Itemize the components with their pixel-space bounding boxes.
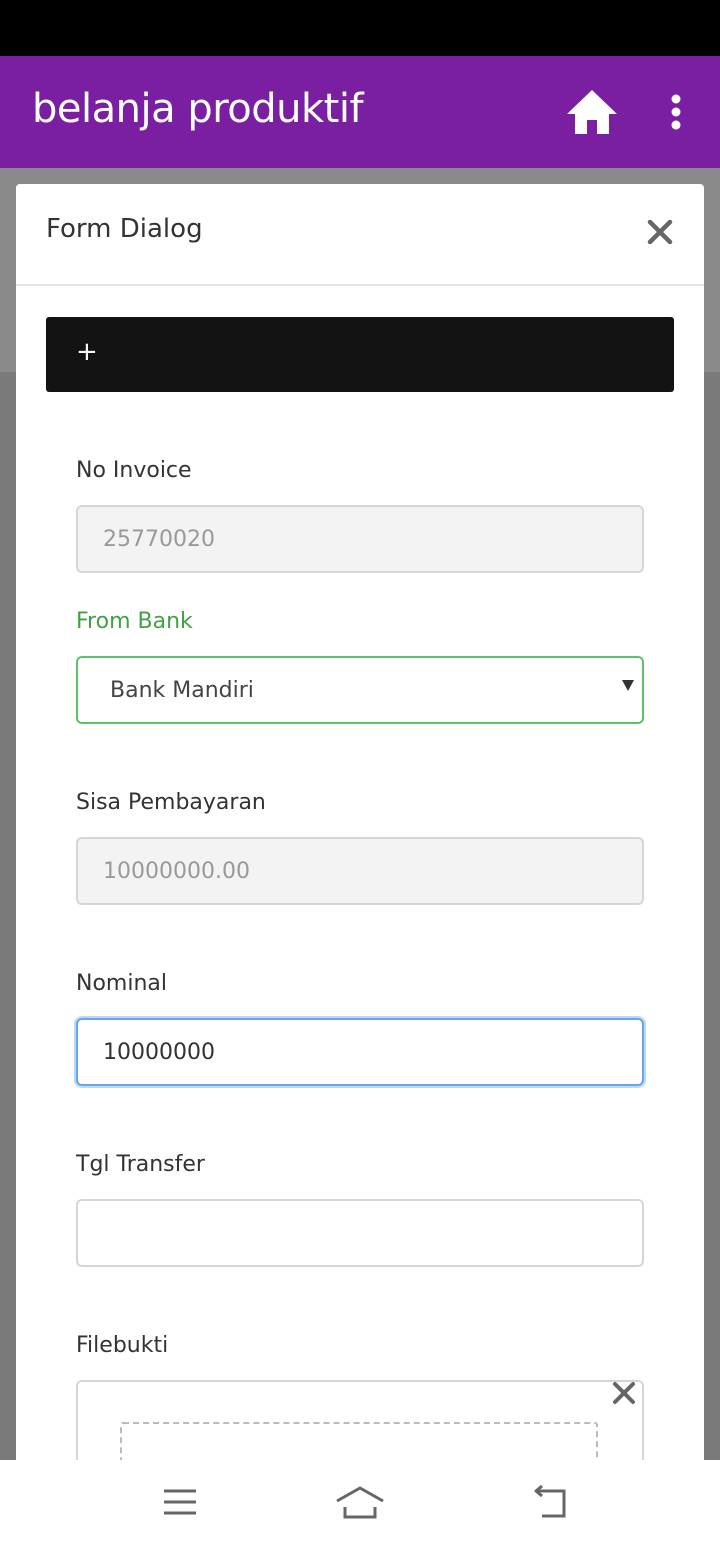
form-dialog: Form Dialog + No Invoice 25770020 From B… (16, 184, 704, 1460)
home-outline-icon (336, 1486, 384, 1519)
no-invoice-field: 25770020 (76, 505, 644, 573)
more-vert-icon (671, 94, 681, 130)
dropdown-arrow-icon (622, 680, 634, 691)
sisa-pembayaran-field: 10000000.00 (76, 837, 644, 905)
file-remove-button[interactable] (608, 1377, 640, 1409)
close-icon (613, 1382, 635, 1404)
status-bar (0, 0, 720, 56)
more-options-button[interactable] (652, 84, 700, 140)
dialog-title: Form Dialog (46, 214, 203, 244)
nominal-input[interactable]: 10000000 (76, 1018, 644, 1086)
nav-menu-button[interactable] (154, 1480, 206, 1524)
app-bar: belanja produktif (0, 56, 720, 168)
dialog-header: Form Dialog (16, 184, 704, 286)
menu-icon (164, 1489, 196, 1515)
from-bank-selected: Bank Mandiri (110, 677, 254, 703)
from-bank-select[interactable]: Bank Mandiri (76, 656, 644, 724)
back-icon (534, 1485, 566, 1518)
nav-home-button[interactable] (334, 1480, 386, 1524)
file-dropzone[interactable] (120, 1422, 598, 1460)
tgl-transfer-input[interactable] (76, 1199, 644, 1267)
nav-back-button[interactable] (522, 1480, 574, 1524)
dialog-close-button[interactable] (642, 214, 678, 250)
close-icon (647, 219, 673, 245)
filebukti-label: Filebukti (76, 1333, 169, 1358)
system-nav-bar (0, 1460, 720, 1544)
add-plus-label: + (76, 337, 98, 367)
app-title: belanja produktif (32, 86, 364, 132)
home-button[interactable] (562, 84, 622, 140)
no-invoice-label: No Invoice (76, 458, 192, 483)
nominal-label: Nominal (76, 971, 167, 996)
tgl-transfer-label: Tgl Transfer (76, 1152, 205, 1177)
from-bank-label: From Bank (76, 609, 193, 634)
home-icon (567, 90, 617, 134)
sisa-pembayaran-label: Sisa Pembayaran (76, 790, 266, 815)
add-row-button[interactable]: + (46, 317, 674, 392)
file-upload-box (76, 1380, 644, 1460)
